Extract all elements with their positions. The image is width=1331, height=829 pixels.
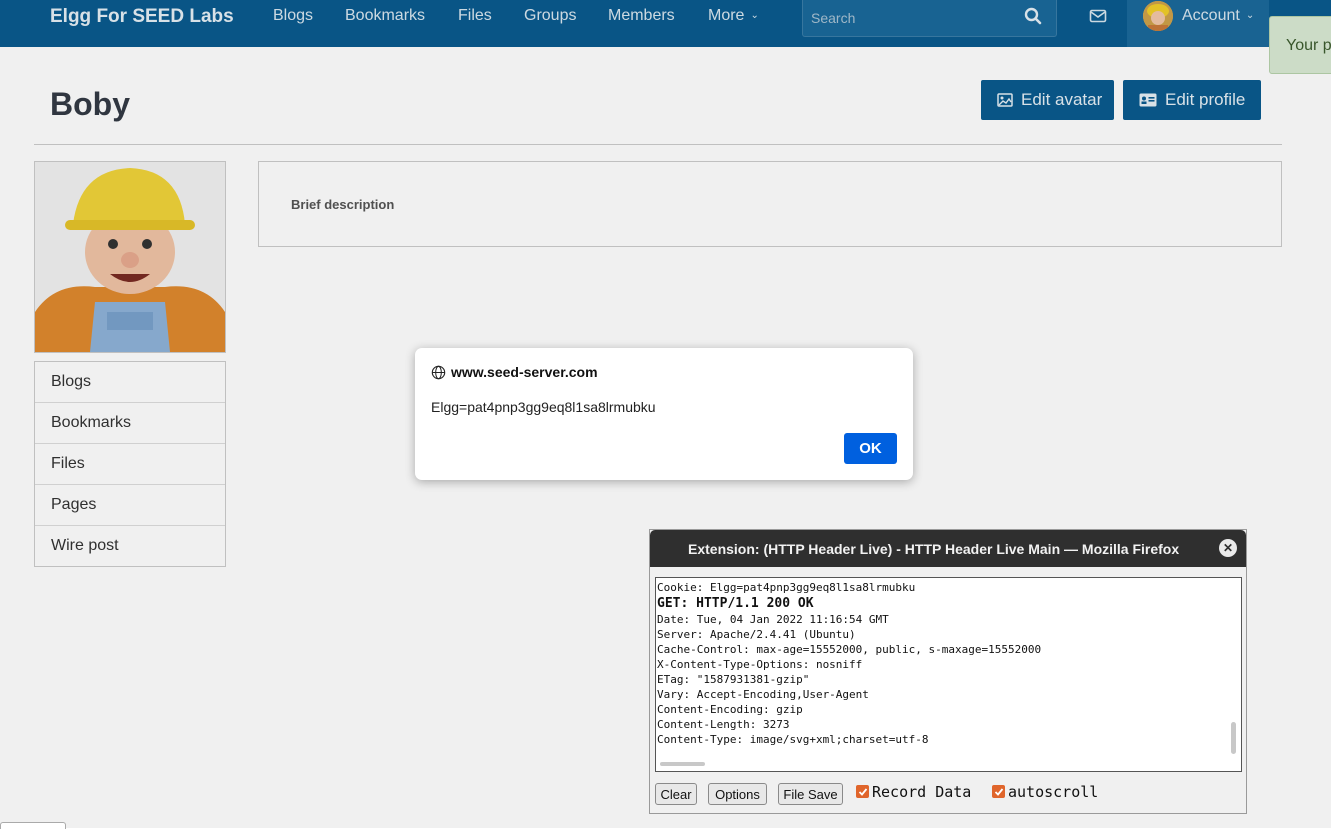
globe-icon (431, 365, 446, 379)
log-line: Vary: Accept-Encoding,User-Agent (657, 688, 869, 701)
dialog-message: Elgg=pat4pnp3gg9eq8l1sa8lrmubku (431, 399, 656, 415)
autoscroll-label: autoscroll (1008, 783, 1099, 801)
record-data-checkbox[interactable] (856, 785, 869, 798)
window-titlebar[interactable]: Extension: (HTTP Header Live) - HTTP Hea… (650, 530, 1246, 567)
checkmark-icon (994, 787, 1003, 796)
horizontal-scrollbar[interactable] (660, 762, 705, 766)
close-icon[interactable]: ✕ (1219, 539, 1237, 557)
log-line: Server: Apache/2.4.41 (Ubuntu) (657, 628, 856, 641)
log-line: X-Content-Type-Options: nosniff (657, 658, 863, 671)
checkmark-icon (858, 787, 867, 796)
http-header-live-window: Extension: (HTTP Header Live) - HTTP Hea… (649, 529, 1247, 814)
log-lines: Cookie: Elgg=pat4pnp3gg9eq8l1sa8lrmubku G… (656, 580, 1041, 747)
log-line: Content-Type: image/svg+xml;charset=utf-… (657, 733, 929, 746)
log-line: Content-Encoding: gzip (657, 703, 803, 716)
log-line: Content-Length: 3273 (657, 718, 790, 731)
window-title: Extension: (HTTP Header Live) - HTTP Hea… (688, 541, 1180, 557)
log-line: Cache-Control: max-age=15552000, public,… (657, 643, 1042, 656)
log-line: Cookie: Elgg=pat4pnp3gg9eq8l1sa8lrmubku (657, 581, 916, 594)
autoscroll-checkbox[interactable] (992, 785, 1005, 798)
file-save-button[interactable]: File Save (778, 783, 843, 805)
record-data-label: Record Data (872, 783, 972, 801)
log-line: ETag: "1587931381-gzip" (657, 673, 810, 686)
log-line: Date: Tue, 04 Jan 2022 11:16:54 GMT (657, 613, 889, 626)
options-button[interactable]: Options (708, 783, 767, 805)
dialog-origin: www.seed-server.com (431, 364, 598, 380)
clear-button[interactable]: Clear (655, 783, 697, 805)
log-line: GET: HTTP/1.1 200 OK (657, 596, 814, 611)
vertical-scrollbar[interactable] (1231, 722, 1236, 754)
header-log[interactable]: Cookie: Elgg=pat4pnp3gg9eq8l1sa8lrmubku G… (655, 577, 1242, 772)
alert-dialog: www.seed-server.com Elgg=pat4pnp3gg9eq8l… (415, 348, 913, 480)
ok-button[interactable]: OK (844, 433, 897, 464)
